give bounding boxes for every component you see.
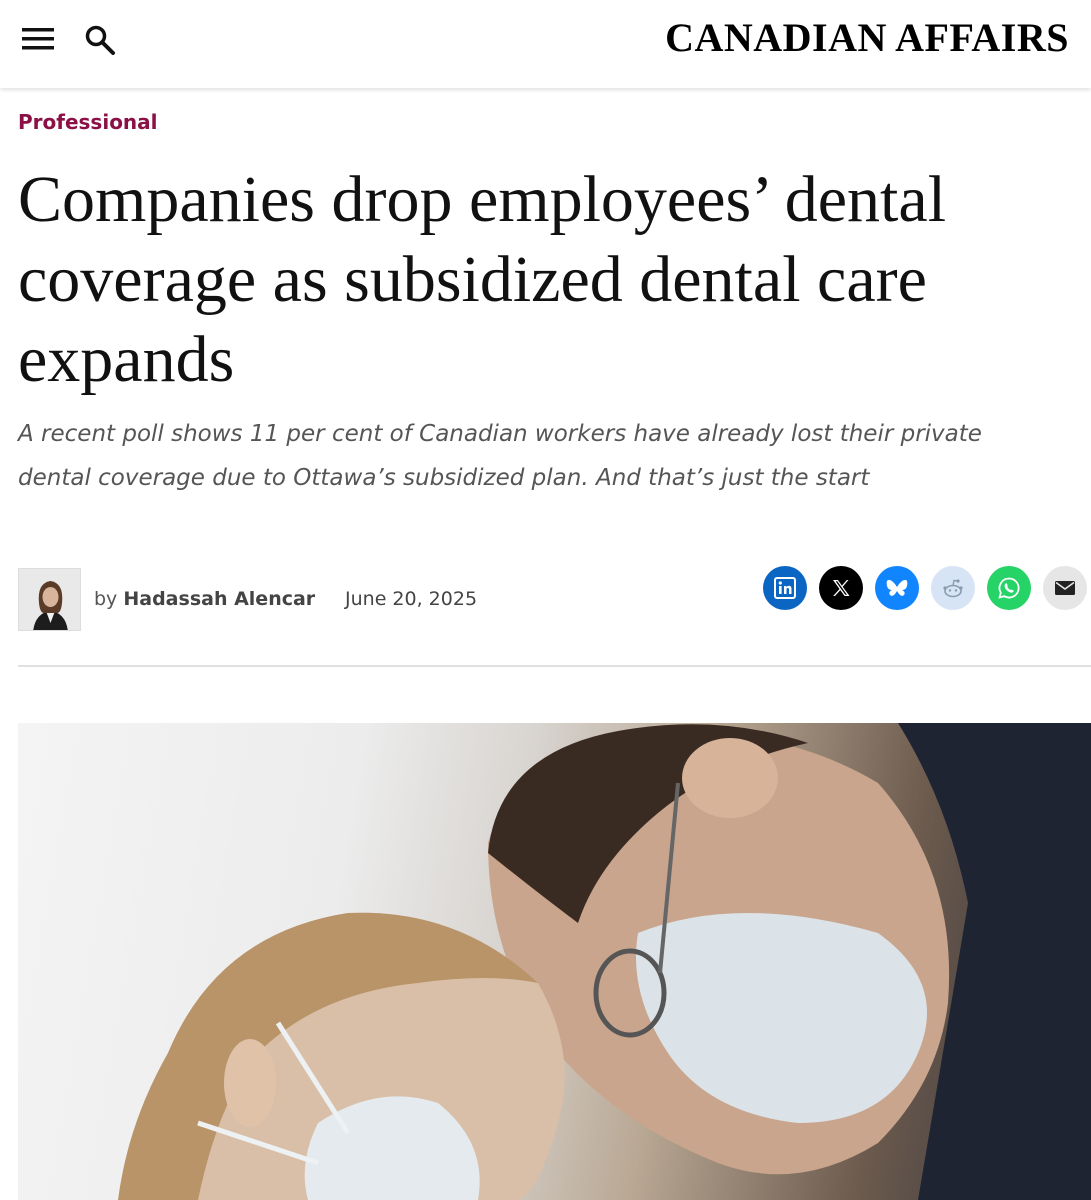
byline-prefix: by xyxy=(94,588,118,610)
share-x-button[interactable] xyxy=(819,566,863,610)
article-dek: A recent poll shows 11 per cent of Canad… xyxy=(18,421,982,491)
reddit-icon xyxy=(943,579,963,598)
category-link[interactable]: Professional xyxy=(18,110,158,134)
share-email-button[interactable] xyxy=(1043,566,1087,610)
whatsapp-icon xyxy=(998,577,1020,599)
site-logo[interactable]: CANADIAN AFFAIRS xyxy=(665,14,1069,61)
byline-row: by Hadassah Alencar June 20, 2025 xyxy=(18,568,1088,632)
hero-image xyxy=(18,723,1091,1200)
bluesky-icon xyxy=(886,579,908,596)
publish-date: June 20, 2025 xyxy=(345,588,478,610)
byline-divider xyxy=(18,665,1091,667)
email-icon xyxy=(1055,581,1075,595)
share-whatsapp-button[interactable] xyxy=(987,566,1031,610)
site-header: CANADIAN AFFAIRS xyxy=(0,0,1091,88)
share-reddit-button[interactable] xyxy=(931,566,975,610)
byline: by Hadassah Alencar xyxy=(94,588,315,610)
search-icon[interactable] xyxy=(84,24,116,56)
author-link[interactable]: Hadassah Alencar xyxy=(123,588,315,610)
article-headline: Companies drop employees’ dental coverag… xyxy=(18,163,947,396)
author-avatar[interactable] xyxy=(18,568,81,631)
linkedin-icon xyxy=(774,577,796,599)
share-bluesky-button[interactable] xyxy=(875,566,919,610)
x-icon xyxy=(833,580,850,596)
share-linkedin-button[interactable] xyxy=(763,566,807,610)
hamburger-menu-icon[interactable] xyxy=(22,27,54,51)
